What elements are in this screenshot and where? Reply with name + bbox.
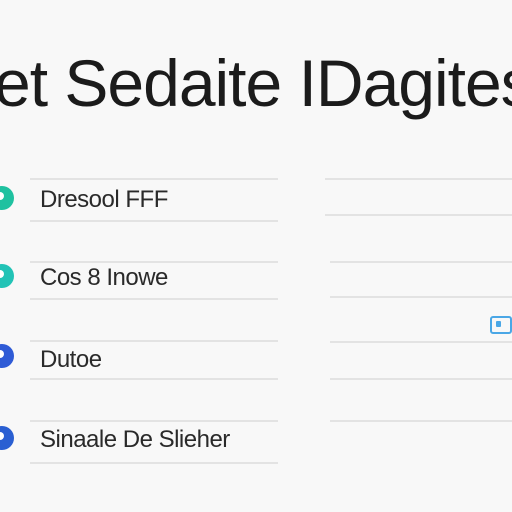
- divider: [330, 378, 512, 380]
- divider: [30, 298, 278, 300]
- status-dot-icon: [0, 426, 14, 450]
- divider: [330, 420, 512, 422]
- divider: [30, 378, 278, 380]
- settings-page: et Sedaite IDagites Dresool FFF Cos 8 In…: [0, 0, 512, 512]
- divider: [30, 462, 278, 464]
- list-item[interactable]: Dresool FFF: [0, 160, 512, 240]
- divider: [30, 220, 278, 222]
- list-item-label: Dresool FFF: [40, 186, 168, 213]
- divider: [30, 261, 278, 263]
- list-item-label: Dutoe: [40, 346, 102, 373]
- status-dot-icon: [0, 344, 14, 368]
- page-title: et Sedaite IDagites: [0, 46, 512, 120]
- divider: [30, 420, 278, 422]
- divider: [30, 178, 278, 180]
- list-item-label: Sinaale De Slieher: [40, 426, 230, 453]
- divider: [325, 214, 512, 216]
- divider: [325, 178, 512, 180]
- divider: [330, 296, 512, 298]
- list-item[interactable]: Cos 8 Inowe: [0, 240, 512, 320]
- divider: [330, 341, 512, 343]
- list-item-label: Cos 8 Inowe: [40, 264, 168, 291]
- divider: [330, 261, 512, 263]
- status-dot-icon: [0, 264, 14, 288]
- list-item[interactable]: Dutoe: [0, 322, 512, 402]
- divider: [30, 340, 278, 342]
- status-dot-icon: [0, 186, 14, 210]
